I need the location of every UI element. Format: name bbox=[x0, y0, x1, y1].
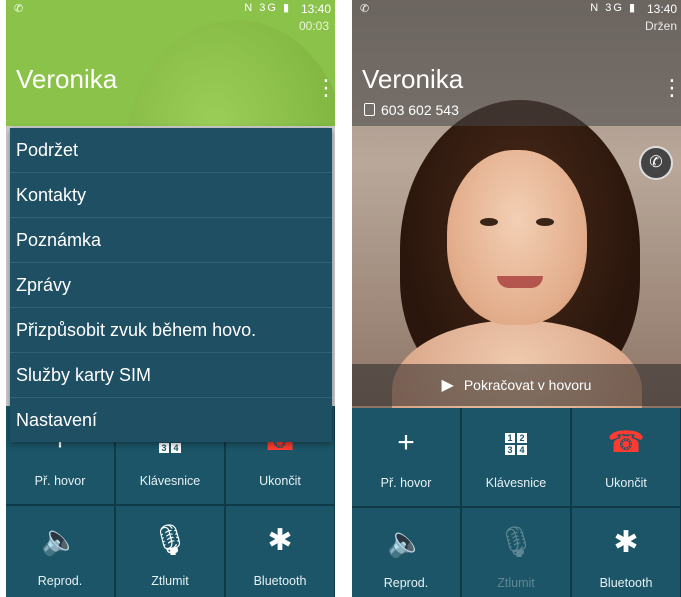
photo-eye-left bbox=[480, 218, 498, 226]
resume-call-button[interactable]: ▶ Pokračovat v hovoru bbox=[352, 364, 681, 406]
call-buttons-grid: + Př. hovor 1234 Klávesnice ☎ Ukončit 🔈 … bbox=[352, 408, 681, 597]
network-type: 3G bbox=[605, 2, 624, 14]
end-call-label: Ukončit bbox=[605, 476, 647, 490]
photo-lips bbox=[497, 276, 543, 288]
caller-number: 603 602 543 bbox=[364, 102, 459, 118]
menu-item-adapt-sound[interactable]: Přizpůsobit zvuk během hovo. bbox=[10, 308, 332, 353]
menu-item-sim-services[interactable]: Služby karty SIM bbox=[10, 353, 332, 398]
mute-label: Ztlumit bbox=[497, 576, 535, 590]
photo-face bbox=[447, 150, 587, 325]
bluetooth-label: Bluetooth bbox=[253, 574, 307, 588]
play-icon: ▶ bbox=[441, 377, 454, 394]
more-options-icon[interactable]: ⋮ bbox=[661, 77, 681, 108]
network-type: 3G bbox=[259, 2, 278, 14]
menu-item-messages[interactable]: Zprávy bbox=[10, 263, 332, 308]
bluetooth-button[interactable]: ✱ Bluetooth bbox=[226, 506, 334, 597]
speaker-label: Reprod. bbox=[383, 576, 429, 590]
speaker-icon: 🔈 bbox=[41, 524, 79, 557]
add-call-label: Př. hovor bbox=[380, 476, 432, 490]
speaker-button[interactable]: 🔈 Reprod. bbox=[6, 506, 114, 597]
more-options-icon[interactable]: ⋮ bbox=[315, 77, 335, 108]
menu-item-contacts[interactable]: Kontakty bbox=[10, 173, 332, 218]
call-type-icon: ✆ bbox=[639, 146, 673, 180]
end-call-button[interactable]: ☎ Ukončit bbox=[572, 408, 680, 506]
phone-number: 603 602 543 bbox=[381, 102, 459, 118]
overflow-menu: Podržet Kontakty Poznámka Zprávy Přizpůs… bbox=[10, 128, 332, 442]
mute-label: Ztlumit bbox=[151, 574, 189, 588]
clock: 13:40 bbox=[646, 2, 677, 16]
end-call-icon: ☎ bbox=[607, 426, 645, 459]
keypad-label: Klávesnice bbox=[485, 476, 547, 490]
photo-eye-right bbox=[536, 218, 554, 226]
add-call-label: Př. hovor bbox=[34, 474, 86, 488]
bluetooth-button[interactable]: ✱ Bluetooth bbox=[572, 508, 680, 597]
call-screen-right: ✆ N 3G ▮ 13:40 Držen Veronika 603 602 54… bbox=[352, 0, 681, 597]
keypad-button[interactable]: 1234 Klávesnice bbox=[462, 408, 570, 506]
keypad-label: Klávesnice bbox=[139, 474, 201, 488]
status-bar: ✆ N 3G ▮ 13:40 bbox=[6, 0, 335, 18]
resume-call-label: Pokračovat v hovoru bbox=[463, 377, 592, 393]
contact-avatar-placeholder bbox=[126, 20, 335, 126]
call-header: ✆ N 3G ▮ 13:40 Držen Veronika 603 602 54… bbox=[352, 0, 681, 126]
bluetooth-label: Bluetooth bbox=[599, 576, 653, 590]
call-header: ✆ N 3G ▮ 13:40 00:03 Veronika ⋮ bbox=[6, 0, 335, 126]
status-bar: ✆ N 3G ▮ 13:40 bbox=[352, 0, 681, 18]
held-call-icon: ✆ bbox=[360, 3, 370, 15]
caller-name: Veronika bbox=[362, 64, 464, 94]
plus-icon: + bbox=[397, 426, 415, 459]
keypad-icon: 1234 bbox=[462, 426, 570, 460]
end-call-label: Ukončit bbox=[259, 474, 301, 488]
sim-icon bbox=[364, 103, 375, 116]
bluetooth-icon: ✱ bbox=[613, 526, 639, 559]
menu-item-settings[interactable]: Nastavení bbox=[10, 398, 332, 442]
speaker-icon: 🔈 bbox=[387, 526, 425, 559]
caller-name: Veronika bbox=[16, 64, 118, 94]
mute-button[interactable]: 🎙 Ztlumit bbox=[116, 506, 224, 597]
menu-item-hold[interactable]: Podržet bbox=[10, 128, 332, 173]
add-call-button[interactable]: + Př. hovor bbox=[352, 408, 460, 506]
signal-battery-icons: N 3G ▮ bbox=[590, 2, 637, 14]
mic-off-icon: 🎙 bbox=[496, 526, 536, 559]
speaker-button[interactable]: 🔈 Reprod. bbox=[352, 508, 460, 597]
call-screen-left: ✆ N 3G ▮ 13:40 00:03 Veronika ⋮ Podržet … bbox=[6, 0, 335, 597]
menu-item-memo[interactable]: Poznámka bbox=[10, 218, 332, 263]
signal-battery-icons: N 3G ▮ bbox=[244, 2, 291, 14]
active-call-icon: ✆ bbox=[14, 3, 24, 15]
speaker-label: Reprod. bbox=[37, 574, 83, 588]
clock: 13:40 bbox=[300, 2, 331, 16]
bluetooth-icon: ✱ bbox=[267, 524, 293, 557]
call-status: Držen bbox=[644, 19, 677, 33]
mute-button[interactable]: 🎙 Ztlumit bbox=[462, 508, 570, 597]
call-duration: 00:03 bbox=[298, 19, 329, 33]
mic-off-icon: 🎙 bbox=[150, 524, 190, 557]
